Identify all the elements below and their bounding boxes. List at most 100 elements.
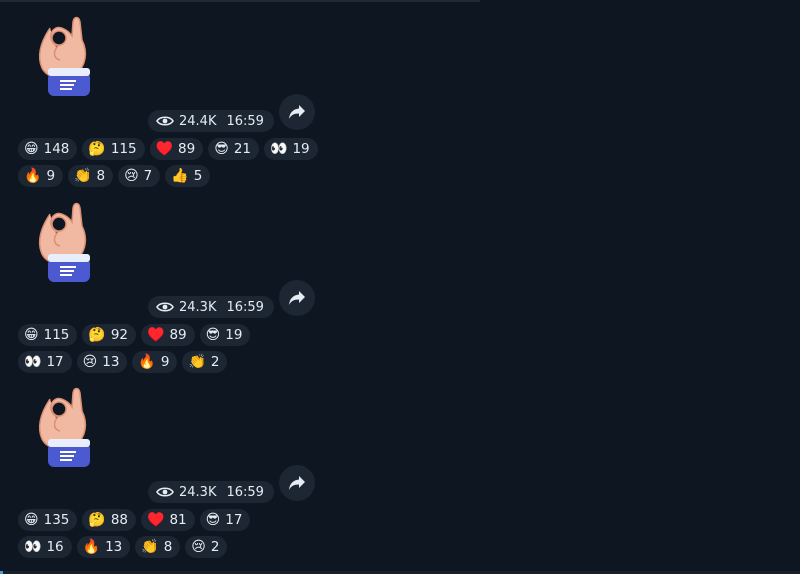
reactions-row: 👀 16 🔥 13 👏 8 😢 2: [18, 536, 228, 558]
reaction-count: 89: [169, 327, 187, 343]
reaction-sunglasses[interactable]: 😎 17: [199, 509, 251, 531]
view-count: 24.4K: [179, 113, 217, 129]
share-arrow-icon: [289, 105, 305, 119]
eye-icon: [156, 302, 174, 312]
reaction-count: 8: [163, 539, 173, 555]
message-meta: 24.3K 16:59: [148, 481, 274, 503]
reaction-heart[interactable]: ♥️ 89: [141, 324, 195, 346]
reaction-count: 115: [43, 327, 70, 343]
heart-emoji-icon: ♥️: [155, 141, 174, 157]
reactions-row: 😁 135 🤔 88 ♥️ 81 😎 17: [18, 509, 251, 531]
reaction-heart[interactable]: ♥️ 81: [141, 509, 195, 531]
message-post: 24.4K 16:59 😁 148 🤔 115 ♥️ 89 😎 21 👀 19 🔥 9 👏 8…: [0, 0, 480, 187]
message-meta: 24.4K 16:59: [148, 110, 274, 132]
reaction-count: 2: [210, 354, 220, 370]
clap-emoji-icon: 👏: [74, 168, 92, 184]
fire-emoji-icon: 🔥: [82, 539, 101, 555]
reaction-grin[interactable]: 😁 135: [18, 509, 78, 531]
reaction-count: 8: [96, 168, 106, 184]
reaction-thinking[interactable]: 🤔 115: [82, 138, 145, 160]
reaction-sunglasses[interactable]: 😎 19: [199, 324, 251, 346]
reaction-heart[interactable]: ♥️ 89: [149, 138, 204, 160]
reactions-row: 😁 115 🤔 92 ♥️ 89 😎 19: [18, 324, 251, 346]
eye-icon: [156, 116, 174, 126]
reaction-count: 5: [193, 168, 203, 184]
reaction-fire[interactable]: 🔥 9: [132, 351, 178, 373]
eyes-emoji-icon: 👀: [270, 141, 288, 157]
reaction-thinking[interactable]: 🤔 88: [82, 509, 137, 531]
thumbs-up-emoji-icon: 👍: [171, 168, 189, 184]
reaction-cry[interactable]: 😢 7: [118, 165, 161, 187]
reaction-sunglasses[interactable]: 😎 21: [208, 138, 260, 160]
reactions-row: 👀 17 😢 13 🔥 9 👏 2: [18, 351, 228, 373]
grin-emoji-icon: 😁: [24, 141, 39, 157]
reaction-clap[interactable]: 👏 2: [182, 351, 228, 373]
reaction-count: 21: [233, 141, 252, 157]
reaction-eyes[interactable]: 👀 16: [18, 536, 72, 558]
reaction-count: 19: [292, 141, 310, 157]
reaction-count: 7: [143, 168, 153, 184]
reaction-count: 89: [178, 141, 196, 157]
thinking-emoji-icon: 🤔: [88, 141, 106, 157]
reaction-count: 88: [110, 512, 129, 528]
reaction-grin[interactable]: 😁 148: [18, 138, 78, 160]
reaction-thumbs-up[interactable]: 👍 5: [165, 165, 211, 187]
clap-emoji-icon: 👏: [141, 539, 159, 555]
view-count: 24.3K: [179, 299, 217, 315]
reaction-fire[interactable]: 🔥 13: [76, 536, 131, 558]
reaction-cry[interactable]: 😢 2: [185, 536, 228, 558]
reactions-row: 😁 148 🤔 115 ♥️ 89 😎 21 👀 19: [18, 138, 318, 160]
share-arrow-icon: [289, 476, 305, 490]
reaction-count: 9: [46, 168, 56, 184]
message-post: 24.3K 16:59 😁 115 🤔 92 ♥️ 89 😎 19 👀 17 😢 13 🔥 9…: [0, 186, 480, 373]
share-arrow-icon: [289, 291, 305, 305]
share-button[interactable]: [279, 94, 315, 130]
reaction-count: 13: [105, 539, 123, 555]
thinking-emoji-icon: 🤔: [88, 512, 106, 528]
reaction-count: 115: [110, 141, 137, 157]
heart-emoji-icon: ♥️: [147, 327, 165, 343]
reaction-clap[interactable]: 👏 8: [68, 165, 114, 187]
message-time: 16:59: [226, 113, 264, 129]
cry-emoji-icon: 😢: [124, 168, 139, 184]
reaction-count: 92: [110, 327, 129, 343]
grin-emoji-icon: 😁: [24, 512, 39, 528]
share-button[interactable]: [279, 280, 315, 316]
grin-emoji-icon: 😁: [24, 327, 39, 343]
reaction-count: 135: [43, 512, 70, 528]
cry-emoji-icon: 😢: [82, 354, 98, 370]
heart-emoji-icon: ♥️: [147, 512, 165, 528]
reaction-count: 148: [43, 141, 70, 157]
reaction-fire[interactable]: 🔥 9: [18, 165, 64, 187]
reaction-cry[interactable]: 😢 13: [76, 351, 128, 373]
message-meta: 24.3K 16:59: [148, 296, 274, 318]
sunglasses-emoji-icon: 😎: [214, 141, 229, 157]
reaction-eyes[interactable]: 👀 17: [18, 351, 72, 373]
reaction-count: 19: [225, 327, 243, 343]
reaction-count: 16: [46, 539, 64, 555]
reaction-count: 17: [46, 354, 64, 370]
sunglasses-emoji-icon: 😎: [205, 327, 221, 343]
reaction-count: 13: [102, 354, 120, 370]
reaction-clap[interactable]: 👏 8: [135, 536, 181, 558]
message-time: 16:59: [226, 484, 264, 500]
reactions-row: 🔥 9 👏 8 😢 7 👍 5: [18, 165, 211, 187]
eyes-emoji-icon: 👀: [24, 354, 42, 370]
clap-emoji-icon: 👏: [188, 354, 206, 370]
cry-emoji-icon: 😢: [191, 539, 206, 555]
share-button[interactable]: [279, 465, 315, 501]
fire-emoji-icon: 🔥: [138, 354, 156, 370]
reaction-grin[interactable]: 😁 115: [18, 324, 78, 346]
view-count: 24.3K: [179, 484, 217, 500]
sunglasses-emoji-icon: 😎: [205, 512, 221, 528]
reaction-eyes[interactable]: 👀 19: [264, 138, 318, 160]
eyes-emoji-icon: 👀: [24, 539, 42, 555]
ok-hand-sticker[interactable]: [30, 381, 96, 471]
reaction-thinking[interactable]: 🤔 92: [82, 324, 137, 346]
ok-hand-sticker[interactable]: [30, 196, 96, 286]
fire-emoji-icon: 🔥: [24, 168, 42, 184]
thinking-emoji-icon: 🤔: [88, 327, 106, 343]
reaction-count: 81: [169, 512, 187, 528]
ok-hand-sticker[interactable]: [30, 10, 96, 100]
eye-icon: [156, 487, 174, 497]
